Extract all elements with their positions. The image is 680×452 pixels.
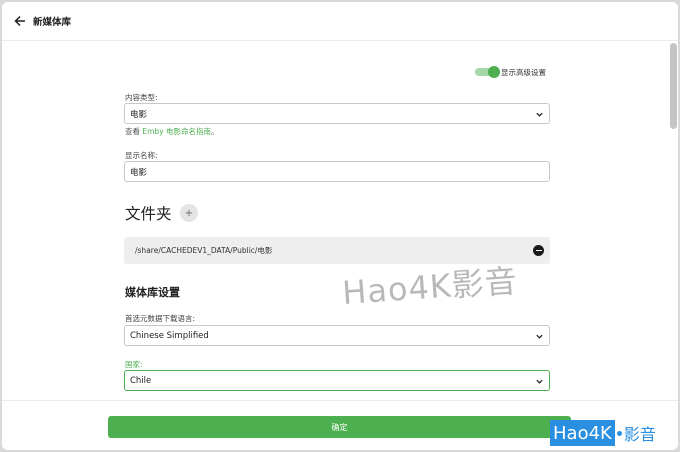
metadata-language-label: 首选元数据下载语言: (125, 314, 196, 323)
chevron-down-icon (536, 334, 543, 339)
content-type-label: 内容类型: (125, 93, 158, 102)
display-name-label: 显示名称: (125, 151, 158, 160)
country-label: 国家: (125, 360, 143, 369)
advanced-settings-label: 显示高级设置 (501, 68, 546, 77)
hint-prefix: 查看 (125, 127, 143, 136)
new-library-dialog: 新媒体库 显示高级设置 内容类型: 电影 查看 Emby 电影命名指南。 显示名… (2, 2, 678, 450)
chevron-down-icon (536, 379, 543, 384)
logo-box: Hao4K (550, 420, 615, 446)
toggle-knob (488, 66, 500, 78)
folder-row: /share/CACHEDEV1_DATA/Public/电影 (124, 237, 550, 264)
arrow-left-icon (14, 15, 25, 27)
dialog-header: 新媒体库 (2, 2, 678, 41)
country-value: Chile (130, 375, 152, 386)
hint-suffix: 。 (211, 127, 219, 136)
add-folder-button[interactable]: + (180, 204, 198, 222)
metadata-language-select[interactable]: Chinese Simplified (124, 325, 550, 346)
back-button[interactable] (11, 12, 29, 30)
plus-icon: + (184, 207, 194, 219)
logo-dot (616, 430, 622, 436)
dialog-title: 新媒体库 (33, 17, 72, 28)
naming-guide-link[interactable]: Emby 电影命名指南 (142, 127, 211, 136)
country-select[interactable]: Chile (124, 370, 550, 391)
naming-guide-hint: 查看 Emby 电影命名指南。 (125, 126, 219, 137)
metadata-language-value: Chinese Simplified (130, 330, 209, 341)
minus-circle-icon (535, 249, 542, 252)
display-name-input[interactable]: 电影 (124, 161, 550, 182)
content-type-select[interactable]: 电影 (124, 103, 550, 124)
scrollbar-thumb[interactable] (670, 43, 677, 129)
dialog-content: 显示高级设置 内容类型: 电影 查看 Emby 电影命名指南。 显示名称: 电影… (2, 42, 678, 402)
content-type-value: 电影 (130, 109, 148, 120)
remove-folder-button[interactable] (533, 245, 544, 256)
library-settings-title: 媒体库设置 (125, 286, 180, 299)
advanced-settings-toggle[interactable] (475, 66, 503, 78)
scrollbar[interactable] (669, 42, 678, 400)
logo-rest: 影音 (623, 425, 656, 444)
site-logo: Hao4K 影音 (550, 420, 680, 446)
ok-button[interactable]: 确定 (108, 416, 571, 438)
folder-path: /share/CACHEDEV1_DATA/Public/电影 (135, 246, 273, 255)
folders-section-title: 文件夹 (125, 205, 172, 223)
display-name-value: 电影 (130, 167, 148, 178)
chevron-down-icon (536, 112, 543, 117)
